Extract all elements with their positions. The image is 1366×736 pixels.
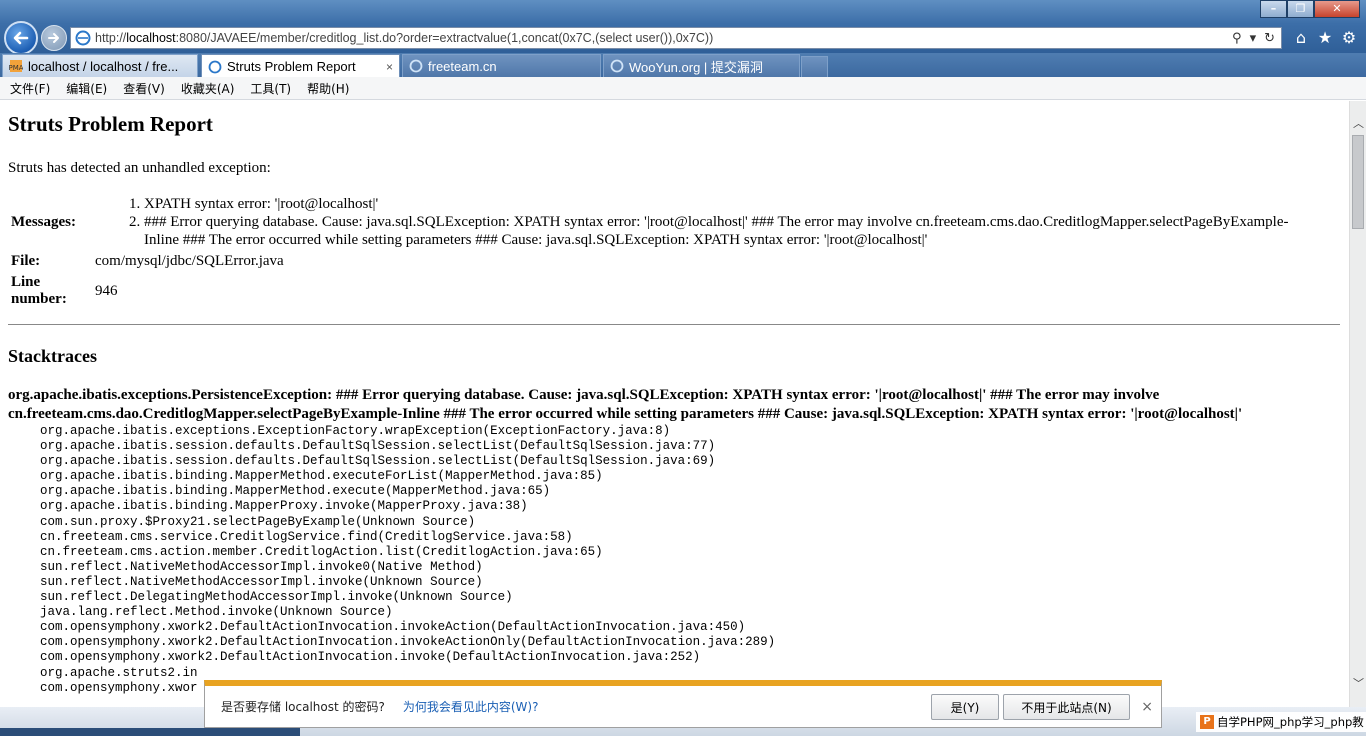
stacktrace-line: org.apache.ibatis.session.defaults.Defau… [40,439,716,454]
tab-struts-problem-report[interactable]: Struts Problem Report × [201,54,400,78]
browser-titlebar: http://localhost:8080/JAVAEE/member/cred… [0,0,1366,55]
ie-page-icon [409,59,423,73]
file-value: com/mysql/jdbc/SQLError.java [95,253,284,269]
menu-edit[interactable]: 编辑(E) [66,80,107,97]
stacktrace-line: java.lang.reflect.Method.invoke(Unknown … [40,605,393,620]
notification-message: 是否要存储 localhost 的密码? [221,700,385,714]
stacktrace-line: org.apache.ibatis.binding.MapperProxy.in… [40,499,528,514]
svg-text:PMA: PMA [9,64,23,72]
close-icon[interactable]: × [1141,699,1153,715]
ie-page-icon [610,59,624,73]
menu-bar: 文件(F) 编辑(E) 查看(V) 收藏夹(A) 工具(T) 帮助(H) [0,77,1366,100]
forward-arrow-icon [48,33,59,43]
maximize-button[interactable]: ❐ [1287,0,1314,18]
tools-gear-icon[interactable]: ⚙ [1340,29,1358,47]
stacktrace-line: org.apache.ibatis.session.defaults.Defau… [40,454,716,469]
scroll-down-icon[interactable]: ﹀ [1350,675,1366,692]
stacktrace-line: sun.reflect.NativeMethodAccessorImpl.inv… [40,559,483,574]
tab-close-icon[interactable]: × [380,60,393,74]
yes-button[interactable]: 是(Y) [931,694,999,720]
back-arrow-icon [13,31,29,45]
scroll-up-icon[interactable]: ︿ [1350,115,1366,132]
stacktrace-line: com.opensymphony.xwork2.DefaultActionInv… [40,620,746,635]
scroll-thumb[interactable] [1352,135,1364,229]
stacktrace-line: sun.reflect.DelegatingMethodAccessorImpl… [40,590,513,605]
tab-label: localhost / localhost / fre... [28,58,179,74]
stacktrace-line: com.opensymphony.xwork2.DefaultActionInv… [40,650,701,665]
save-password-notification: 是否要存储 localhost 的密码? 为何我会看见此内容(W)? 是(Y) … [204,680,1162,728]
close-window-button[interactable]: ✕ [1314,0,1360,18]
stacktrace-line: com.opensymphony.xwork2.DefaultActionInv… [40,635,776,650]
tab-phpmyadmin[interactable]: PMA localhost / localhost / fre... [2,54,198,77]
stacktrace-line: org.apache.ibatis.binding.MapperMethod.e… [40,469,603,484]
tab-bar: PMA localhost / localhost / fre... Strut… [0,53,1366,78]
page-viewport: Struts Problem Report Struts has detecte… [0,101,1349,707]
divider [8,324,1340,325]
search-icon[interactable]: ⚲ [1232,31,1242,46]
address-bar[interactable]: http://localhost:8080/JAVAEE/member/cred… [70,27,1282,49]
home-icon[interactable]: ⌂ [1292,29,1310,47]
dropdown-arrow-icon[interactable]: ▾ [1250,31,1257,46]
message-item: ### Error querying database. Cause: java… [144,213,1294,249]
new-tab-button[interactable] [801,56,828,77]
menu-favorites[interactable]: 收藏夹(A) [181,80,235,97]
page-title: Struts Problem Report [8,112,213,136]
back-button[interactable] [4,21,38,55]
stacktrace-list: org.apache.ibatis.exceptions.ExceptionFa… [40,424,1341,696]
site-watermark: P 自学PHP网_php学习_php教 [1196,712,1366,732]
tab-wooyun[interactable]: WooYun.org | 提交漏洞 [603,54,800,77]
tab-label: Struts Problem Report [227,59,356,74]
ie-page-icon [75,30,91,46]
messages-list: XPATH syntax error: '|root@localhost|' #… [120,195,1294,249]
watermark-text: 自学PHP网_php学习_php教 [1217,715,1364,729]
why-link[interactable]: 为何我会看见此内容(W)? [403,698,539,715]
favorites-star-icon[interactable]: ★ [1316,29,1334,47]
menu-view[interactable]: 查看(V) [123,80,165,97]
menu-tools[interactable]: 工具(T) [250,80,291,97]
stacktrace-line: org.apache.ibatis.binding.MapperMethod.e… [40,484,551,499]
taskbar [0,728,300,736]
message-item: XPATH syntax error: '|root@localhost|' [144,195,1294,213]
line-number-label: Line number: [11,274,67,307]
stacktrace-line: cn.freeteam.cms.service.CreditlogService… [40,529,573,544]
vertical-scrollbar[interactable]: ︿ ﹀ [1349,101,1366,707]
tab-label: freeteam.cn [428,58,497,74]
error-info-table: Messages: XPATH syntax error: '|root@loc… [8,193,1297,310]
not-for-this-site-button[interactable]: 不用于此站点(N) [1003,694,1130,720]
ie-page-icon [208,60,222,73]
line-number-value: 946 [95,282,118,299]
stacktrace-line: cn.freeteam.cms.action.member.CreditlogA… [40,544,603,559]
stacktrace-line: org.apache.struts2.in [40,665,198,680]
stacktraces-heading: Stacktraces [8,346,97,366]
refresh-icon[interactable]: ↻ [1264,31,1275,46]
window-controls: – ❐ ✕ [1260,0,1360,18]
forward-button[interactable] [41,25,67,51]
tab-label: WooYun.org | 提交漏洞 [629,59,763,75]
stacktrace-line: org.apache.ibatis.exceptions.ExceptionFa… [40,424,671,438]
menu-file[interactable]: 文件(F) [10,80,50,97]
messages-label: Messages: [11,213,76,230]
exception-message: org.apache.ibatis.exceptions.Persistence… [8,387,1243,422]
file-label: File: [11,253,41,269]
menu-help[interactable]: 帮助(H) [307,80,349,97]
url-text[interactable]: http://localhost:8080/JAVAEE/member/cred… [95,31,1232,45]
stacktrace-line: sun.reflect.NativeMethodAccessorImpl.inv… [40,574,483,589]
tab-freeteam[interactable]: freeteam.cn [402,54,601,77]
intro-text: Struts has detected an unhandled excepti… [8,160,271,176]
stacktrace-line: com.sun.proxy.$Proxy21.selectPageByExamp… [40,514,476,529]
phpmyadmin-icon: PMA [9,60,23,72]
watermark-logo: P [1200,715,1214,729]
minimize-button[interactable]: – [1260,0,1287,18]
